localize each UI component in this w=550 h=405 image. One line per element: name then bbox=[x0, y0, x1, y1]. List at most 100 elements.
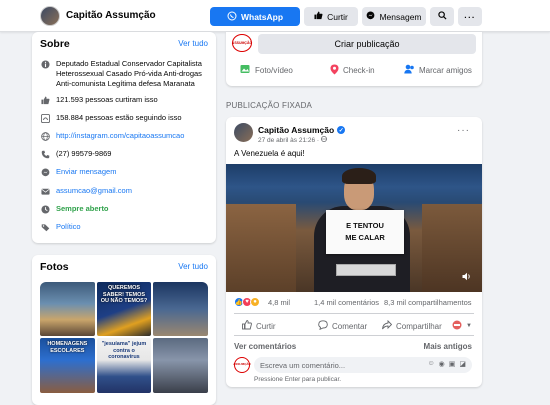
post-date: 27 de abril às 21:26 · bbox=[258, 137, 321, 144]
emoji-icon[interactable]: ☺ bbox=[427, 360, 434, 368]
search-button[interactable] bbox=[430, 7, 454, 26]
tag-friends-icon bbox=[404, 64, 415, 76]
thumbs-up-icon bbox=[242, 319, 252, 332]
page-header: Capitão Assumção WhatsApp Curtir Mensage… bbox=[0, 0, 550, 32]
about-email-link[interactable]: assumcao@gmail.com bbox=[56, 186, 132, 196]
comment-button[interactable]: Comentar bbox=[318, 320, 367, 332]
info-icon bbox=[40, 59, 50, 69]
photo-thumbnail[interactable] bbox=[40, 282, 95, 336]
thumbs-up-icon bbox=[314, 11, 323, 22]
phone-icon bbox=[40, 149, 50, 159]
reactions-count[interactable]: 4,8 mil bbox=[268, 298, 290, 307]
video-wood-panel bbox=[226, 204, 296, 292]
photo-thumbnail[interactable]: HOMENAGENS ESCOLARES bbox=[40, 338, 95, 393]
thumbs-up-icon bbox=[40, 95, 50, 105]
audience-selector[interactable]: ▼ bbox=[452, 320, 472, 332]
photo-icon bbox=[240, 64, 251, 76]
photo-video-button[interactable]: Foto/vídeo bbox=[240, 64, 293, 76]
post-date-row[interactable]: 27 de abril às 21:26 · bbox=[258, 136, 327, 144]
globe-icon bbox=[320, 136, 327, 144]
divider bbox=[234, 313, 474, 314]
about-category-link[interactable]: Político bbox=[56, 222, 81, 232]
checkin-button[interactable]: Check-in bbox=[330, 64, 375, 77]
whatsapp-button[interactable]: WhatsApp bbox=[210, 7, 300, 26]
like-post-button[interactable]: Curtir bbox=[242, 319, 276, 332]
clock-icon bbox=[40, 204, 50, 214]
about-likes-row: 121.593 pessoas curtiram isso bbox=[40, 95, 210, 105]
post-text: A Venezuela é aqui! bbox=[234, 149, 305, 158]
about-description-row: Deputado Estadual Conservador Capitalist… bbox=[40, 59, 210, 89]
photos-card: Fotos Ver tudo QUEREMOS SABER! TEMOS OU … bbox=[32, 255, 216, 405]
about-category-row[interactable]: Político bbox=[40, 222, 210, 232]
about-see-all-link[interactable]: Ver tudo bbox=[178, 39, 208, 48]
camera-icon[interactable]: ◉ bbox=[439, 360, 445, 368]
tag-friends-button[interactable]: Marcar amigos bbox=[404, 64, 472, 76]
comment-label: Comentar bbox=[332, 321, 368, 331]
about-send-message-row[interactable]: Enviar mensagem bbox=[40, 167, 210, 177]
comment-input-icons: ☺ ◉ ▣ ◪ bbox=[427, 360, 466, 368]
photo-caption: "jesuíama" jejum contra o coronavírus bbox=[101, 341, 147, 360]
about-description: Deputado Estadual Conservador Capitalist… bbox=[56, 59, 202, 88]
gif-icon[interactable]: ▣ bbox=[449, 360, 456, 368]
about-instagram-row[interactable]: http://instagram.com/capitaoassumcao bbox=[40, 131, 210, 141]
checkin-label: Check-in bbox=[343, 66, 375, 75]
about-followers: 158.884 pessoas estão seguindo isso bbox=[56, 113, 182, 122]
about-instagram-link[interactable]: http://instagram.com/capitaoassumcao bbox=[56, 131, 184, 141]
comment-input[interactable]: Escreva um comentário... ☺ ◉ ▣ ◪ bbox=[254, 357, 472, 373]
sticker-icon[interactable]: ◪ bbox=[459, 360, 466, 368]
followers-icon bbox=[40, 113, 50, 123]
comment-placeholder: Escreva um comentário... bbox=[260, 360, 346, 370]
page-avatar[interactable] bbox=[40, 6, 60, 26]
post-options-icon[interactable]: ··· bbox=[457, 125, 470, 136]
commenter-avatar: ASSUMÇÃO bbox=[233, 357, 251, 373]
comments-count[interactable]: 1,4 mil comentários bbox=[314, 298, 379, 307]
post-video[interactable]: E TENTOU ME CALAR bbox=[226, 164, 482, 292]
pinned-post-label: PUBLICAÇÃO FIXADA bbox=[226, 101, 313, 110]
post-author-row[interactable]: Capitão Assumção ✓ bbox=[258, 125, 346, 135]
page-avatar-small-icon bbox=[452, 320, 462, 332]
messenger-icon bbox=[366, 11, 375, 22]
post-author-avatar[interactable] bbox=[234, 123, 253, 142]
about-send-message-link[interactable]: Enviar mensagem bbox=[56, 167, 116, 177]
sign-line-2: ME CALAR bbox=[345, 233, 385, 242]
globe-icon bbox=[40, 131, 50, 141]
shares-count[interactable]: 8,3 mil compartilhamentos bbox=[384, 298, 472, 307]
create-post-avatar[interactable]: ASSUMÇÃO bbox=[232, 34, 252, 52]
video-wood-panel bbox=[422, 204, 482, 292]
about-card: Sobre Ver tudo Deputado Estadual Conserv… bbox=[32, 32, 216, 243]
sign-line-1: E TENTOU bbox=[346, 221, 384, 230]
reaction-icons[interactable]: 👍 ♥ ● bbox=[234, 297, 260, 307]
wow-reaction-icon: ● bbox=[250, 297, 260, 307]
whatsapp-icon bbox=[227, 11, 237, 23]
sort-comments-button[interactable]: Mais antigos bbox=[424, 342, 472, 351]
photo-thumbnail[interactable]: "jesuíama" jejum contra o coronavírus bbox=[96, 338, 152, 393]
video-person-hair bbox=[342, 168, 376, 184]
verified-badge-icon: ✓ bbox=[337, 126, 346, 134]
like-page-label: Curtir bbox=[327, 11, 348, 22]
reactions-summary: 👍 ♥ ● 4,8 mil 1,4 mil comentários 8,3 mi… bbox=[234, 297, 474, 309]
photo-thumbnail[interactable] bbox=[153, 338, 208, 393]
email-icon bbox=[40, 186, 50, 196]
volume-icon[interactable] bbox=[462, 272, 472, 284]
photo-grid: QUEREMOS SABER! TEMOS OU NÃO TEMOS? HOME… bbox=[40, 282, 208, 393]
message-button[interactable]: Mensagem bbox=[362, 7, 426, 26]
post-author-name[interactable]: Capitão Assumção bbox=[258, 125, 334, 135]
share-button[interactable]: Compartilhar bbox=[382, 319, 442, 332]
like-page-button[interactable]: Curtir bbox=[304, 7, 358, 26]
page-name[interactable]: Capitão Assumção bbox=[66, 10, 156, 21]
comment-icon bbox=[318, 320, 328, 332]
avatar-logo-text: ASSUMÇÃO bbox=[231, 41, 253, 45]
about-email-row[interactable]: assumcao@gmail.com bbox=[40, 186, 210, 196]
photo-thumbnail[interactable]: QUEREMOS SABER! TEMOS OU NÃO TEMOS? bbox=[96, 282, 152, 336]
more-button[interactable]: ··· bbox=[458, 7, 482, 26]
tag-friends-label: Marcar amigos bbox=[419, 65, 472, 75]
category-tag-icon bbox=[40, 222, 50, 232]
photos-see-all-link[interactable]: Ver tudo bbox=[178, 262, 208, 271]
pinned-post: Capitão Assumção ✓ 27 de abril às 21:26 … bbox=[226, 117, 482, 387]
comment-enter-hint: Pressione Enter para publicar. bbox=[254, 376, 342, 383]
view-comments-link[interactable]: Ver comentários bbox=[234, 342, 296, 351]
photo-thumbnail[interactable] bbox=[153, 282, 208, 336]
like-post-label: Curtir bbox=[256, 321, 276, 331]
create-post-button[interactable]: Criar publicação bbox=[258, 34, 476, 54]
create-post-card: ASSUMÇÃO Criar publicação Foto/vídeo Che… bbox=[226, 32, 482, 86]
